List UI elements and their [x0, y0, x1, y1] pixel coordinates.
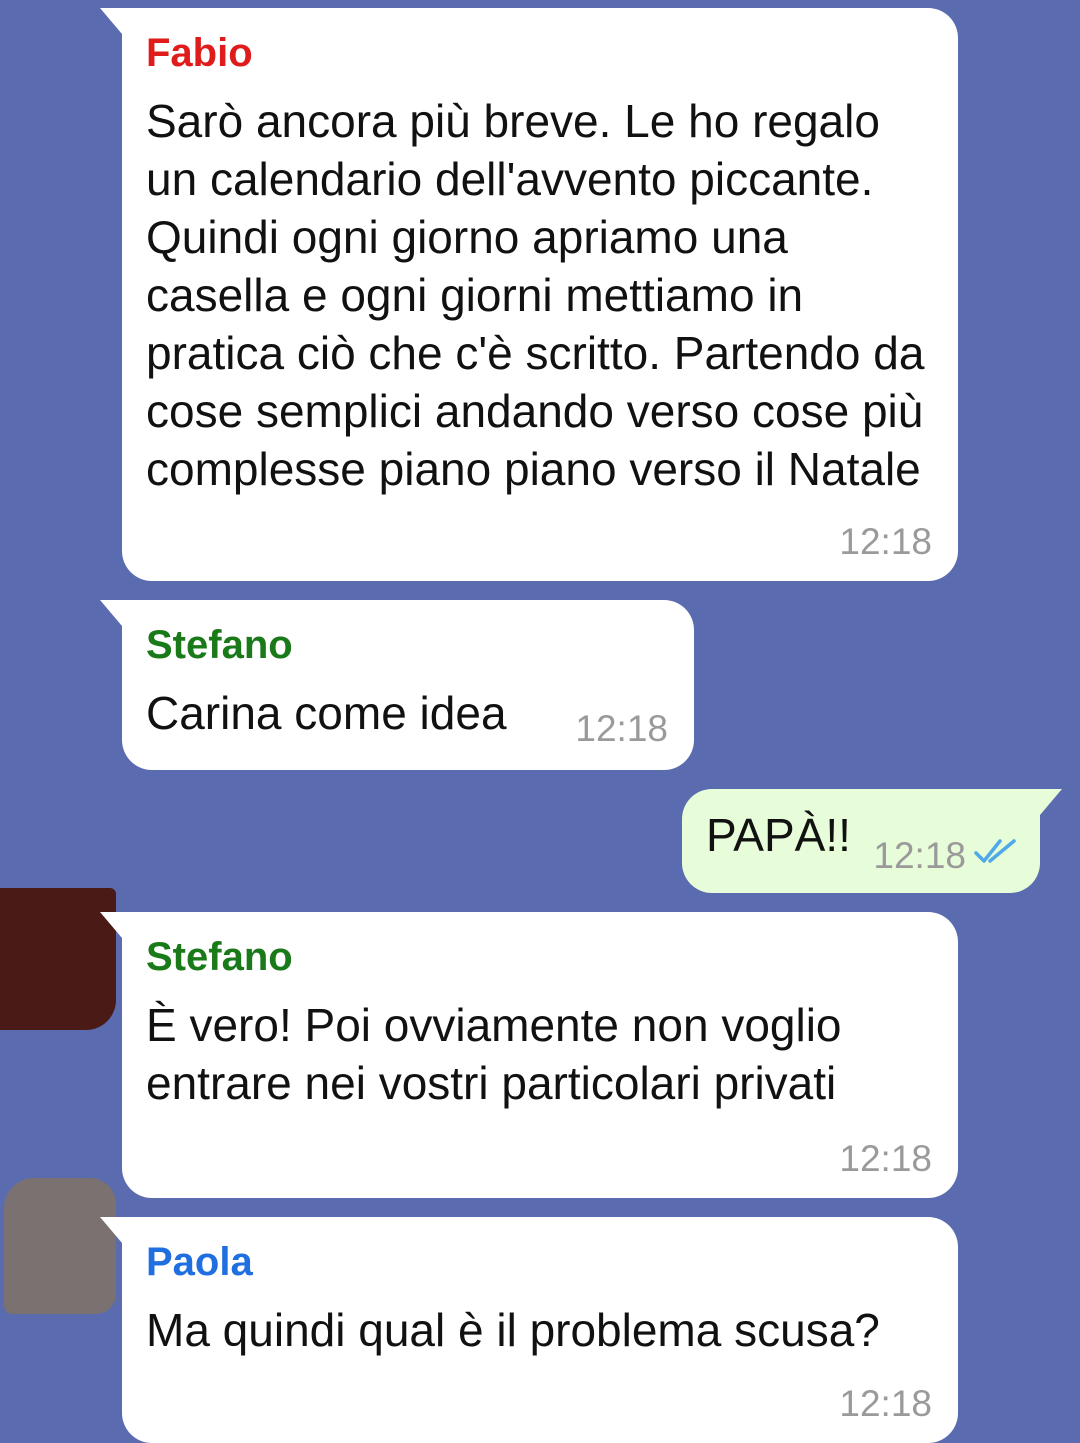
message-bubble[interactable]: Fabio Sarò ancora più breve. Le ho regal…: [100, 8, 958, 581]
sender-name: Stefano: [146, 935, 293, 979]
bubble-tail: [100, 8, 122, 34]
message-time-label: 12:18: [873, 835, 966, 876]
bubble-tail: [100, 1217, 122, 1243]
avatar[interactable]: [0, 888, 116, 1030]
message-text: È vero! Poi ovviamente non voglio entrar…: [146, 999, 855, 1109]
bubble-tail: [1040, 789, 1062, 815]
sender-name: Fabio: [146, 31, 253, 75]
sender-name: Paola: [146, 1240, 253, 1284]
message-time: 12:18: [575, 708, 668, 749]
message-bubble[interactable]: Stefano È vero! Poi ovviamente non vogli…: [100, 912, 958, 1198]
bubble-tail: [100, 600, 122, 626]
message-bubble[interactable]: Stefano Carina come idea 12:18: [100, 600, 694, 770]
sender-name: Stefano: [146, 623, 293, 667]
message-bubble[interactable]: Paola Ma quindi qual è il problema scusa…: [100, 1217, 958, 1443]
bubble-tail: [100, 912, 122, 938]
message-time: 12:18: [839, 521, 932, 562]
message-text: Sarò ancora più breve. Le ho regalo un c…: [146, 95, 938, 495]
avatar[interactable]: [4, 1178, 116, 1314]
message-time: 12:18: [839, 1138, 932, 1179]
message-text: Ma quindi qual è il problema scusa?: [146, 1304, 880, 1356]
message-bubble-outgoing[interactable]: PAPÀ!! 12:18: [682, 789, 1062, 893]
double-check-icon: [974, 834, 1018, 876]
message-time: 12:18: [839, 1383, 932, 1424]
message-time: 12:18: [873, 835, 1018, 877]
